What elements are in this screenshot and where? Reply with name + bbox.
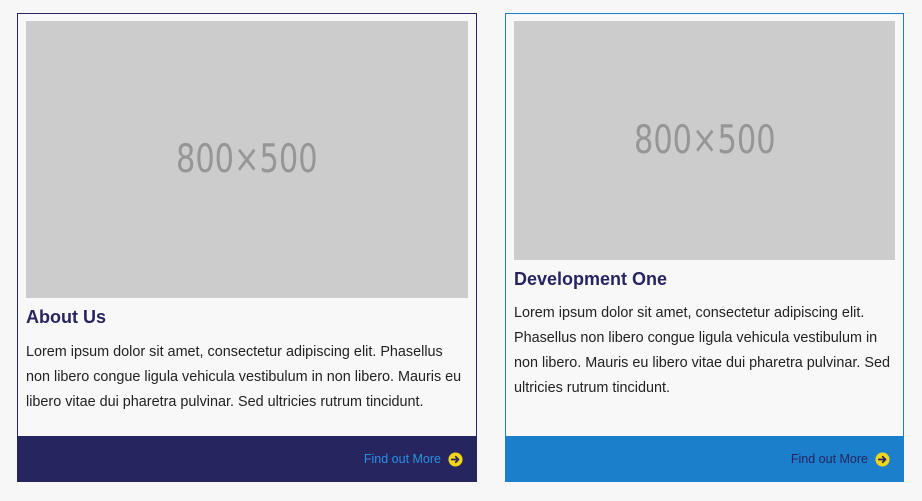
image-placeholder-label: 800×500 [176, 137, 318, 182]
card-description: Lorem ipsum dolor sit amet, consectetur … [514, 305, 890, 396]
card-footer: Find out More [505, 436, 904, 482]
card-footer: Find out More [17, 436, 477, 482]
find-out-more-link[interactable]: Find out More [363, 451, 463, 467]
arrow-right-circle-icon [448, 451, 463, 467]
development-one-card: 800×500 Development One Lorem ipsum dolo… [505, 13, 904, 482]
arrow-right-circle-icon [875, 451, 890, 467]
about-us-card: 800×500 About Us Lorem ipsum dolor sit a… [17, 13, 477, 482]
find-out-more-label: Find out More [363, 452, 441, 466]
card-image-placeholder: 800×500 [26, 21, 468, 298]
card-title: Development One [514, 269, 668, 289]
card-title: About Us [26, 307, 106, 327]
card-description: Lorem ipsum dolor sit amet, consectetur … [26, 344, 462, 410]
find-out-more-label: Find out More [790, 452, 868, 466]
find-out-more-link[interactable]: Find out More [790, 451, 890, 467]
image-placeholder-label: 800×500 [633, 118, 776, 163]
card-image-placeholder: 800×500 [514, 21, 895, 260]
